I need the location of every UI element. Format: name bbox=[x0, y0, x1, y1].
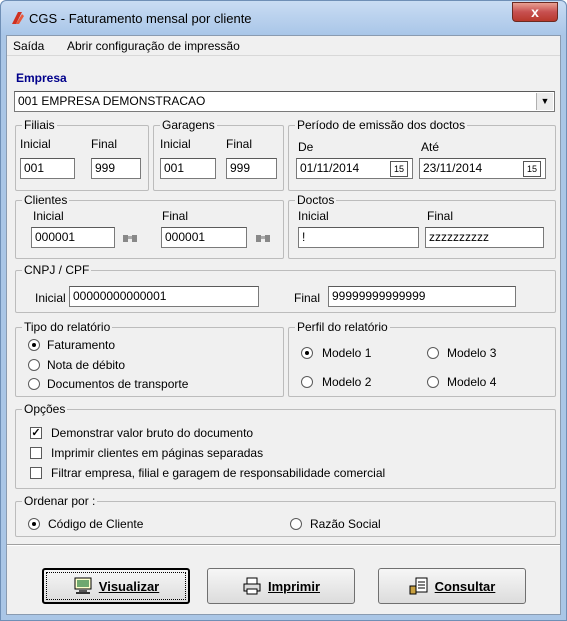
checkbox-valor-bruto[interactable]: ✓ bbox=[30, 427, 42, 439]
periodo-title: Período de emissão dos doctos bbox=[295, 118, 468, 132]
doctos-final-label: Final bbox=[427, 209, 454, 223]
menu-saida[interactable]: Saída bbox=[13, 39, 44, 53]
clientes-inicial-label: Inicial bbox=[33, 209, 64, 223]
doctos-inicial-input[interactable]: ! bbox=[298, 227, 419, 248]
chevron-down-icon[interactable]: ▼ bbox=[536, 93, 553, 110]
perfil-title: Perfil do relatório bbox=[295, 320, 390, 334]
opcoes-item-label: Imprimir clientes em páginas separadas bbox=[51, 446, 264, 460]
empresa-value: 001 EMPRESA DEMONSTRACAO bbox=[18, 94, 206, 108]
filiais-final-label: Final bbox=[91, 137, 118, 151]
periodo-de-label: De bbox=[298, 140, 314, 154]
menu-config-impressao[interactable]: Abrir configuração de impressão bbox=[67, 39, 240, 53]
binoculars-icon[interactable] bbox=[119, 227, 141, 247]
opcoes-item-label: Filtrar empresa, filial e garagem de res… bbox=[51, 466, 386, 480]
ordenar-option-label: Código de Cliente bbox=[48, 517, 144, 531]
clientes-final-label: Final bbox=[162, 209, 189, 223]
perfil-option-label: Modelo 3 bbox=[447, 346, 497, 360]
calendar-icon[interactable]: 15 bbox=[523, 161, 541, 177]
doctos-final-input[interactable]: zzzzzzzzzz bbox=[425, 227, 544, 248]
imprimir-button[interactable]: Imprimir bbox=[207, 568, 355, 604]
clientes-inicial-input[interactable]: 000001 bbox=[31, 227, 115, 248]
clientes-title: Clientes bbox=[22, 193, 70, 207]
filiais-final-input[interactable]: 999 bbox=[91, 158, 141, 179]
tipo-option-label: Documentos de transporte bbox=[47, 377, 189, 391]
garagens-final-label: Final bbox=[226, 137, 253, 151]
ordenar-title: Ordenar por : bbox=[22, 494, 98, 508]
cnpj-final-label: Final bbox=[294, 291, 321, 305]
perfil-option-label: Modelo 4 bbox=[447, 375, 497, 389]
clientes-final-input[interactable]: 000001 bbox=[161, 227, 247, 248]
filiais-inicial-label: Inicial bbox=[20, 137, 51, 151]
app-logo-icon bbox=[12, 12, 24, 24]
radio-nota-debito[interactable] bbox=[28, 359, 40, 371]
doctos-title: Doctos bbox=[295, 193, 337, 207]
dialog-body: Saída Abrir configuração de impressão Em… bbox=[6, 35, 561, 615]
radio-faturamento[interactable] bbox=[28, 339, 40, 351]
visualizar-button[interactable]: Visualizar bbox=[42, 568, 190, 604]
tipo-option-label: Faturamento bbox=[47, 338, 116, 352]
radio-modelo-2[interactable] bbox=[301, 376, 313, 388]
cnpj-final-input[interactable]: 99999999999999 bbox=[328, 286, 516, 307]
imprimir-label: Imprimir bbox=[267, 578, 320, 594]
opcoes-title: Opções bbox=[22, 402, 68, 416]
radio-modelo-4[interactable] bbox=[427, 376, 439, 388]
query-document-icon bbox=[409, 577, 428, 595]
filiais-inicial-input[interactable]: 001 bbox=[20, 158, 75, 179]
periodo-ate-value: 23/11/2014 bbox=[423, 161, 483, 175]
periodo-ate-label: Até bbox=[421, 140, 440, 154]
empresa-combo[interactable]: 001 EMPRESA DEMONSTRACAO ▼ bbox=[14, 91, 555, 112]
printer-icon bbox=[243, 577, 261, 595]
cnpj-inicial-label: Inicial bbox=[35, 291, 66, 305]
calendar-icon[interactable]: 15 bbox=[390, 161, 408, 177]
title-bar: CGS - Faturamento mensal por cliente x bbox=[1, 1, 566, 35]
consultar-button[interactable]: Consultar bbox=[378, 568, 526, 604]
consultar-label: Consultar bbox=[434, 578, 496, 594]
monitor-icon bbox=[74, 577, 92, 594]
empresa-label: Empresa bbox=[16, 71, 67, 85]
separator bbox=[7, 544, 560, 546]
garagens-inicial-label: Inicial bbox=[160, 137, 191, 151]
close-button[interactable]: x bbox=[512, 2, 558, 22]
window-title: CGS - Faturamento mensal por cliente bbox=[29, 11, 252, 26]
app-window: CGS - Faturamento mensal por cliente x S… bbox=[0, 0, 567, 621]
menu-bar: Saída Abrir configuração de impressão bbox=[7, 36, 560, 56]
radio-modelo-1[interactable] bbox=[301, 347, 313, 359]
perfil-option-label: Modelo 2 bbox=[322, 375, 372, 389]
binoculars-icon[interactable] bbox=[252, 227, 274, 247]
checkbox-filtrar-empresa[interactable] bbox=[30, 467, 42, 479]
garagens-final-input[interactable]: 999 bbox=[226, 158, 277, 179]
radio-codigo-cliente[interactable] bbox=[28, 518, 40, 530]
periodo-de-input[interactable]: 01/11/2014 15 bbox=[296, 158, 413, 179]
garagens-inicial-input[interactable]: 001 bbox=[160, 158, 216, 179]
perfil-option-label: Modelo 1 bbox=[322, 346, 372, 360]
radio-modelo-3[interactable] bbox=[427, 347, 439, 359]
checkbox-paginas-separadas[interactable] bbox=[30, 447, 42, 459]
radio-documentos-transporte[interactable] bbox=[28, 378, 40, 390]
filiais-title: Filiais bbox=[22, 118, 57, 132]
doctos-inicial-label: Inicial bbox=[298, 209, 329, 223]
tipo-title: Tipo do relatório bbox=[22, 320, 113, 334]
ordenar-option-label: Razão Social bbox=[310, 517, 381, 531]
visualizar-label: Visualizar bbox=[98, 578, 160, 594]
opcoes-item-label: Demonstrar valor bruto do documento bbox=[51, 426, 254, 440]
garagens-title: Garagens bbox=[160, 118, 217, 132]
cnpj-inicial-input[interactable]: 00000000000001 bbox=[69, 286, 259, 307]
radio-razao-social[interactable] bbox=[290, 518, 302, 530]
periodo-ate-input[interactable]: 23/11/2014 15 bbox=[419, 158, 546, 179]
cnpj-title: CNPJ / CPF bbox=[22, 263, 92, 277]
periodo-de-value: 01/11/2014 bbox=[300, 161, 360, 175]
tipo-option-label: Nota de débito bbox=[47, 358, 126, 372]
